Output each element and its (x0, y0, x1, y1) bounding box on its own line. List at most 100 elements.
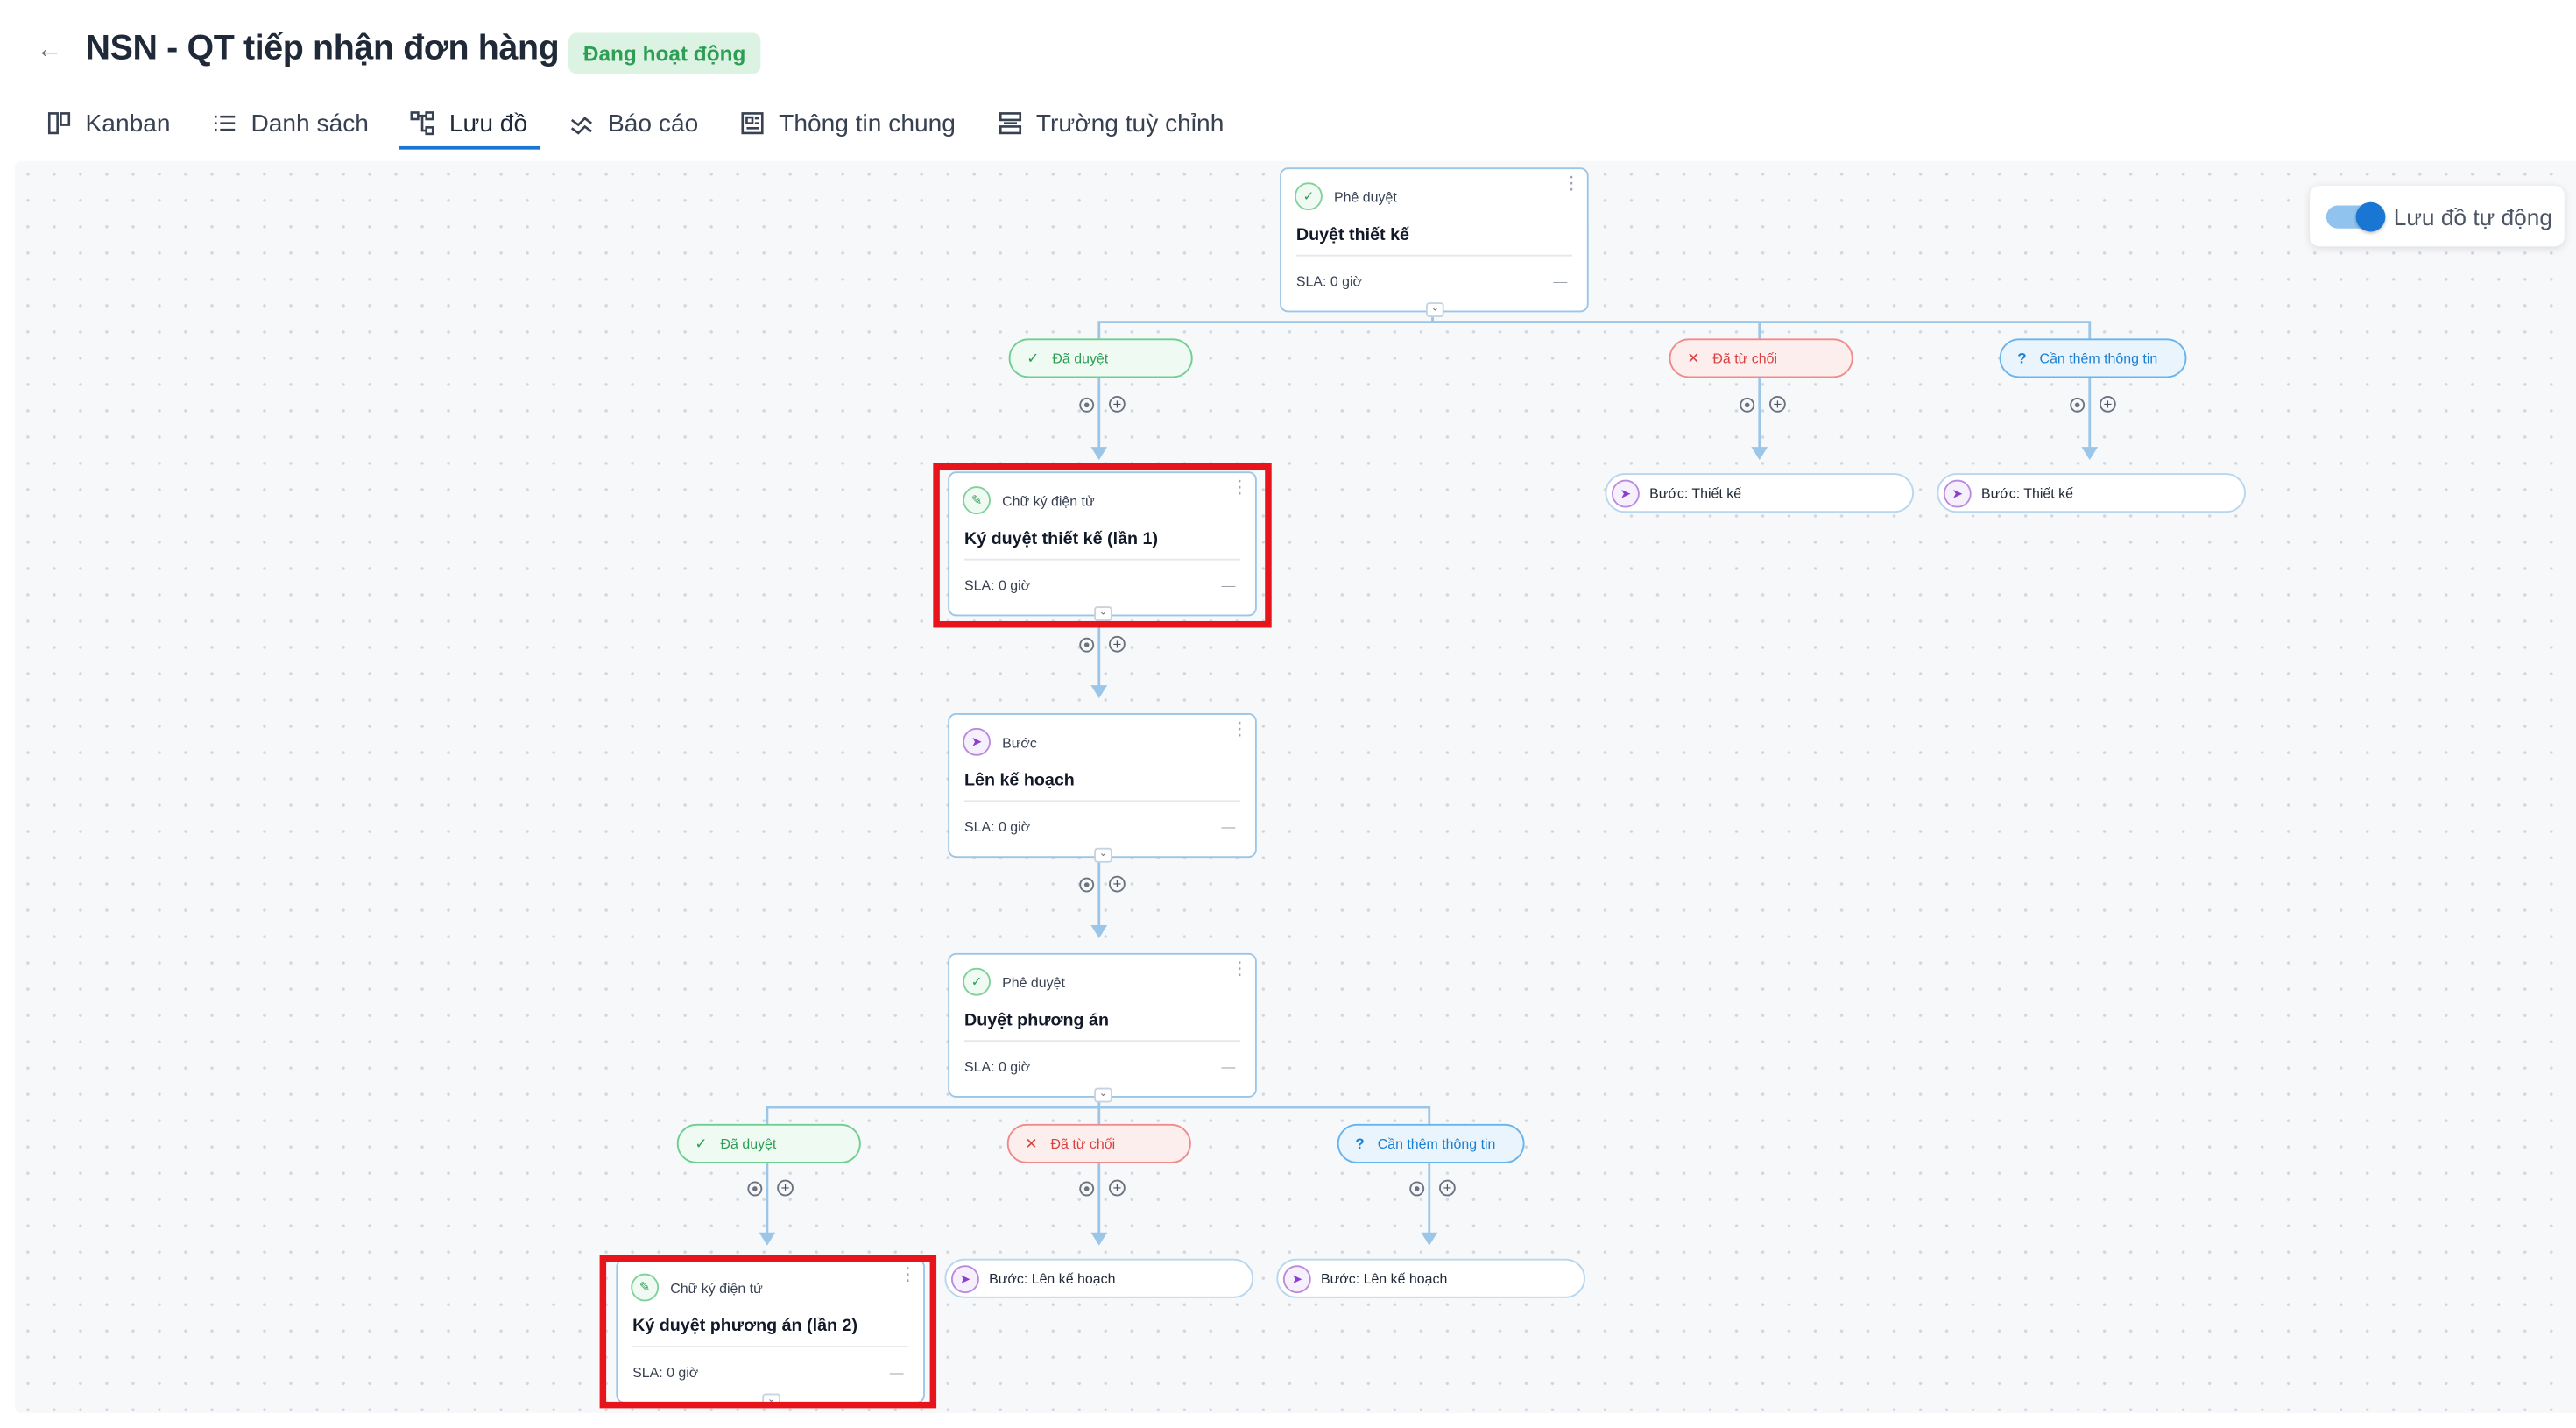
node-sla: SLA: 0 giờ (1295, 272, 1363, 290)
tab-general-info[interactable]: Thông tin chung (733, 102, 963, 145)
question-icon: ? (1355, 1135, 1365, 1152)
step-link-icon: ➤ (950, 1264, 979, 1293)
tab-label: Thông tin chung (779, 109, 956, 138)
reference-label: Bước: Lên kế hoạch (1320, 1269, 1448, 1287)
toggle-knob (2355, 201, 2386, 231)
expand-chevron-icon[interactable]: ⌄ (1426, 302, 1444, 317)
add-step-icon[interactable]: + (2100, 396, 2116, 413)
add-step-icon[interactable]: + (1109, 396, 1126, 413)
tab-label: Lưu đồ (448, 109, 528, 138)
tab-label: Danh sách (251, 109, 369, 138)
connector-lines (759, 308, 2099, 1246)
node-sla: SLA: 0 giờ (963, 818, 1031, 835)
outcome-label: Đã từ chối (1050, 1135, 1116, 1152)
node-type: Phê duyệt (1002, 973, 1065, 991)
outcome-label: Đã từ chối (1712, 350, 1777, 367)
outcome-approved[interactable]: ✓ Đã duyệt (676, 1123, 861, 1163)
outcome-need-info[interactable]: ? Cần thêm thông tin (1337, 1123, 1525, 1163)
tab-kanban[interactable]: Kanban (39, 102, 177, 145)
add-step-icon[interactable]: + (777, 1179, 794, 1197)
reference-label: Bước: Thiết kế (1649, 484, 1742, 502)
add-step-icon[interactable]: + (1439, 1179, 1456, 1197)
settings-gear-icon[interactable] (1079, 877, 1095, 893)
step-link-icon: ➤ (1611, 478, 1640, 507)
step-reference[interactable]: ➤ Bước: Thiết kế (1937, 473, 2246, 513)
flow-node-approval[interactable]: ✓ Phê duyệt ⋮ Duyệt phương án SLA: 0 giờ … (948, 952, 1257, 1103)
step-reference[interactable]: ➤ Bước: Lên kế hoạch (1276, 1258, 1585, 1298)
outcome-label: Cần thêm thông tin (2039, 350, 2158, 367)
node-name: Lên kế hoạch (963, 770, 1075, 791)
tab-list[interactable]: Danh sách (205, 102, 376, 145)
divider (963, 1040, 1241, 1043)
outcome-approved[interactable]: ✓ Đã duyệt (1008, 338, 1193, 378)
settings-gear-icon[interactable] (2070, 397, 2086, 413)
add-step-icon[interactable]: + (1109, 875, 1126, 893)
settings-gear-icon[interactable] (1079, 1181, 1095, 1197)
step-icon: ➤ (963, 727, 991, 756)
flowchart-icon (411, 111, 435, 136)
flow-node-step[interactable]: ➤ Bước ⋮ Lên kế hoạch SLA: 0 giờ — ⌄ (948, 713, 1257, 863)
reference-label: Bước: Lên kế hoạch (989, 1269, 1116, 1287)
node-dash: — (1221, 1057, 1236, 1075)
check-icon: ✓ (695, 1135, 708, 1151)
add-step-icon[interactable]: + (1109, 635, 1126, 653)
auto-flowchart-toggle[interactable]: Lưu đồ tự động (2310, 185, 2565, 247)
outcome-rejected[interactable]: ✕ Đã từ chối (1006, 1123, 1191, 1163)
outcome-need-info[interactable]: ? Cần thêm thông tin (1999, 338, 2187, 378)
node-type: Bước (1002, 733, 1037, 751)
more-menu-icon[interactable]: ⋮ (1563, 175, 1581, 194)
add-step-icon[interactable]: + (1769, 396, 1786, 413)
outcome-label: Đã duyệt (720, 1135, 777, 1152)
settings-gear-icon[interactable] (1079, 397, 1095, 413)
tab-label: Trường tuỳ chỉnh (1035, 109, 1224, 138)
outcome-label: Đã duyệt (1052, 350, 1109, 367)
expand-chevron-icon[interactable]: ⌄ (1094, 847, 1112, 863)
node-type: Phê duyệt (1333, 187, 1397, 205)
settings-gear-icon[interactable] (747, 1181, 763, 1197)
highlight-box (933, 463, 1272, 628)
node-dash: — (1553, 272, 1568, 290)
more-menu-icon[interactable]: ⋮ (1231, 960, 1249, 979)
question-icon: ? (2017, 350, 2027, 367)
check-icon: ✓ (1027, 349, 1040, 366)
node-sla: SLA: 0 giờ (963, 1057, 1031, 1075)
view-tabs: Kanban Danh sách Lưu đồ Báo cáo Thông ti… (39, 102, 1259, 150)
tab-label: Báo cáo (608, 109, 699, 138)
status-badge: Đang hoạt động (568, 32, 761, 74)
step-link-icon: ➤ (1282, 1264, 1311, 1293)
kanban-icon (47, 112, 71, 135)
reference-label: Bước: Thiết kế (1980, 484, 2074, 502)
close-icon: ✕ (1025, 1135, 1038, 1151)
close-icon: ✕ (1687, 349, 1700, 366)
tab-label: Kanban (85, 109, 171, 138)
page-title: NSN - QT tiếp nhận đơn hàng (85, 29, 560, 67)
divider (1295, 254, 1572, 257)
toggle-label: Lưu đồ tự động (2393, 202, 2552, 230)
outcome-rejected[interactable]: ✕ Đã từ chối (1669, 338, 1853, 378)
back-arrow-icon[interactable]: ← (36, 34, 69, 67)
divider (963, 800, 1241, 802)
tab-custom-fields[interactable]: Trường tuỳ chỉnh (990, 102, 1231, 145)
add-step-icon[interactable]: + (1109, 1179, 1126, 1197)
outcome-label: Cần thêm thông tin (1377, 1135, 1496, 1152)
flowchart-canvas[interactable]: ✓ Phê duyệt ⋮ Duyệt thiết kế SLA: 0 giờ —… (14, 160, 2576, 1414)
toggle-switch[interactable] (2325, 201, 2386, 231)
tab-flowchart[interactable]: Lưu đồ (399, 102, 540, 150)
custom-fields-icon (999, 112, 1021, 135)
step-link-icon: ➤ (1943, 478, 1972, 507)
expand-chevron-icon[interactable]: ⌄ (1094, 1087, 1112, 1103)
approval-check-icon: ✓ (1294, 182, 1323, 211)
node-name: Duyệt phương án (963, 1010, 1110, 1031)
step-reference[interactable]: ➤ Bước: Thiết kế (1605, 473, 1915, 513)
flow-node-approval[interactable]: ✓ Phê duyệt ⋮ Duyệt thiết kế SLA: 0 giờ —… (1280, 167, 1589, 317)
tab-report[interactable]: Báo cáo (561, 102, 704, 145)
approval-check-icon: ✓ (963, 967, 991, 996)
settings-gear-icon[interactable] (1740, 397, 1755, 413)
step-reference[interactable]: ➤ Bước: Lên kế hoạch (944, 1258, 1254, 1298)
settings-gear-icon[interactable] (1079, 637, 1095, 653)
more-menu-icon[interactable]: ⋮ (1231, 720, 1249, 739)
report-icon (570, 117, 593, 135)
node-dash: — (1221, 818, 1236, 835)
highlight-box (599, 1255, 937, 1409)
settings-gear-icon[interactable] (1409, 1181, 1425, 1197)
